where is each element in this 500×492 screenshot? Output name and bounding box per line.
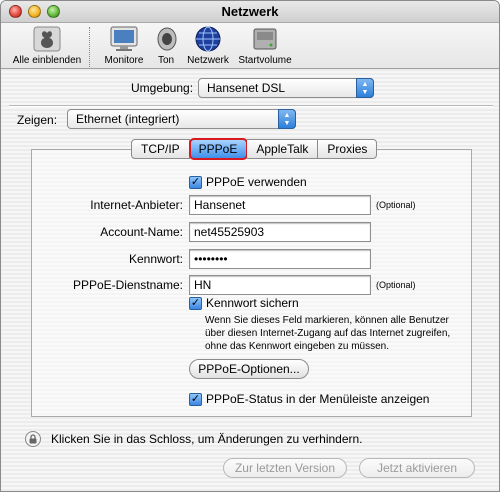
show-status-label: PPPoE-Status in der Menüleiste anzeigen [206, 392, 430, 406]
lock-icon[interactable] [25, 431, 41, 447]
tab-proxies[interactable]: Proxies [318, 139, 378, 159]
save-password-note-line-3: ohne das Kennwort eingeben zu müssen. [205, 341, 390, 352]
use-pppoe-label: PPPoE verwenden [206, 175, 307, 189]
pppoe-options-button[interactable]: PPPoE-Optionen... [189, 359, 309, 379]
provider-field[interactable]: Hansenet [189, 195, 371, 215]
tab-appletalk[interactable]: AppleTalk [247, 139, 319, 159]
revert-button[interactable]: Zur letzten Version [223, 458, 347, 478]
save-password-label: Kennwort sichern [206, 296, 299, 310]
toolbar-label-startup-disk: Startvolume [238, 55, 292, 66]
toolbar-startup-disk[interactable]: Startvolume [234, 25, 296, 66]
location-popup[interactable]: Hansenet DSL ▲ ▼ [198, 78, 374, 98]
save-password-note-line-2: über diesen Internet-Zugang auf das Inte… [205, 328, 451, 339]
show-label: Zeigen: [17, 113, 58, 127]
speaker-icon [151, 25, 183, 53]
network-preferences-window: Netzwerk Alle einblenden Monitore Ton Ne… [0, 0, 500, 492]
popup-arrows-icon: ▲ ▼ [356, 78, 374, 98]
provider-label: Internet-Anbieter: [90, 198, 183, 212]
location-value: Hansenet DSL [207, 81, 286, 95]
service-optional-hint: (Optional) [376, 280, 416, 290]
popup-arrows-icon: ▲ ▼ [278, 109, 296, 129]
lock-text: Klicken Sie in das Schloss, um Änderunge… [51, 432, 363, 446]
globe-icon [192, 25, 224, 53]
toolbar-displays[interactable]: Monitore [99, 25, 149, 66]
use-pppoe-checkbox[interactable]: ✓ [189, 176, 202, 189]
disk-icon [249, 25, 281, 53]
password-label: Kennwort: [128, 252, 183, 266]
toolbar: Alle einblenden Monitore Ton Netzwerk St… [1, 23, 499, 69]
service-field[interactable]: HN [189, 275, 371, 295]
account-label: Account-Name: [100, 225, 183, 239]
show-popup[interactable]: Ethernet (integriert) ▲ ▼ [67, 109, 296, 129]
toolbar-label-network: Netzwerk [187, 55, 229, 66]
toolbar-network[interactable]: Netzwerk [185, 25, 231, 66]
toolbar-show-all[interactable]: Alle einblenden [7, 25, 87, 66]
password-field[interactable]: •••••••• [189, 249, 371, 269]
show-status-checkbox[interactable]: ✓ [189, 393, 202, 406]
location-label: Umgebung: [131, 81, 194, 95]
provider-optional-hint: (Optional) [376, 200, 416, 210]
toolbar-separator [89, 27, 90, 67]
save-password-checkbox[interactable]: ✓ [189, 297, 202, 310]
account-field[interactable]: net45525903 [189, 222, 371, 242]
service-label: PPPoE-Dienstname: [72, 278, 183, 292]
apply-button[interactable]: Jetzt aktivieren [359, 458, 475, 478]
separator [9, 105, 493, 107]
toolbar-label-show-all: Alle einblenden [12, 55, 82, 66]
show-all-icon [31, 25, 63, 53]
toolbar-label-displays: Monitore [104, 55, 144, 66]
monitor-icon [108, 25, 140, 53]
toolbar-sound[interactable]: Ton [151, 25, 181, 66]
save-password-note-line-1: Wenn Sie dieses Feld markieren, können a… [205, 315, 449, 326]
window-title: Netzwerk [221, 4, 279, 19]
toolbar-label-sound: Ton [157, 55, 175, 66]
title-bar[interactable]: Netzwerk [1, 1, 499, 23]
show-value: Ethernet (integriert) [76, 112, 180, 126]
tab-pppoe[interactable]: PPPoE [188, 138, 249, 160]
tab-tcpip[interactable]: TCP/IP [131, 139, 190, 159]
tab-bar: TCP/IP PPPoE AppleTalk Proxies [131, 138, 378, 160]
